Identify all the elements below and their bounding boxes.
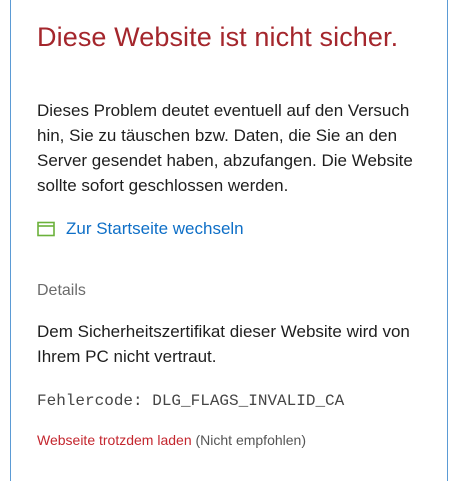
not-recommended-note: (Nicht empfohlen) <box>191 432 306 448</box>
page-title: Diese Website ist nicht sicher. <box>37 22 399 52</box>
error-code: Fehlercode: DLG_FLAGS_INVALID_CA <box>37 392 345 410</box>
load-anyway-link[interactable]: Webseite trotzdem laden <box>37 432 192 448</box>
browser-window-icon <box>37 221 55 237</box>
override-line: Webseite trotzdem laden (Nicht empfohlen… <box>37 432 306 448</box>
details-text: Dem Sicherheitszertifikat dieser Website… <box>37 322 410 366</box>
go-to-homepage-link[interactable]: Zur Startseite wechseln <box>37 219 244 239</box>
error-description: Dieses Problem deutet eventuell auf den … <box>37 101 413 195</box>
browser-content-frame: Diese Website ist nicht sicher. Dieses P… <box>10 0 448 481</box>
details-heading: Details <box>37 282 86 299</box>
go-to-homepage-label[interactable]: Zur Startseite wechseln <box>66 219 244 239</box>
